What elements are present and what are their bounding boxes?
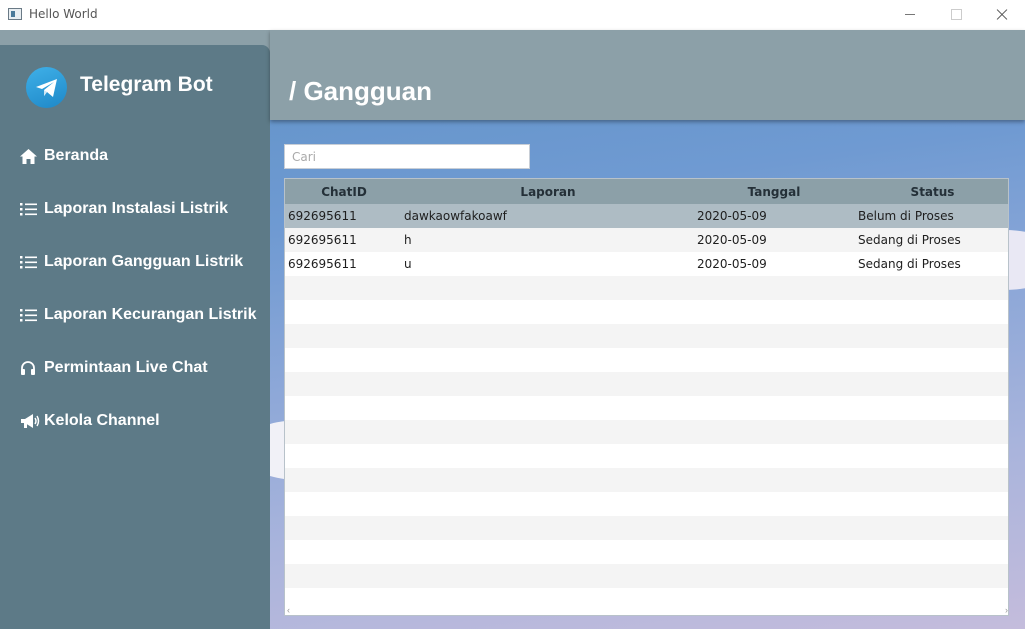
sidebar-item-label: Beranda (44, 147, 109, 164)
empty-table-row (285, 468, 1008, 492)
table-row[interactable]: 692695611 dawkaowfakoawf 2020-05-09 Belu… (285, 204, 1008, 228)
table-body: 692695611 dawkaowfakoawf 2020-05-09 Belu… (285, 204, 1008, 612)
sidebar-item-laporan-kecurangan[interactable]: Laporan Kecurangan Listrik (20, 302, 257, 328)
cell-chatid: 692695611 (288, 233, 357, 247)
sidebar-item-label: Laporan Instalasi Listrik (44, 200, 229, 217)
maximize-button[interactable] (933, 0, 979, 30)
cell-laporan: u (404, 257, 412, 271)
column-header-status[interactable]: Status (855, 185, 1008, 199)
page-title: / Gangguan (289, 76, 432, 106)
cell-laporan: dawkaowfakoawf (404, 209, 507, 223)
telegram-icon (26, 67, 67, 108)
cell-laporan: h (404, 233, 412, 247)
empty-table-row (285, 372, 1008, 396)
sidebar-item-kelola-channel[interactable]: Kelola Channel (20, 408, 160, 434)
report-table[interactable]: ChatID Laporan Tanggal Status 692695611 … (284, 178, 1009, 616)
list-icon (20, 200, 40, 218)
brand-title: Telegram Bot (80, 73, 213, 96)
headphones-icon (20, 359, 40, 377)
empty-table-row (285, 396, 1008, 420)
close-button[interactable] (979, 0, 1025, 30)
sidebar-item-laporan-gangguan[interactable]: Laporan Gangguan Listrik (20, 249, 243, 275)
cell-tanggal: 2020-05-09 (697, 209, 767, 223)
empty-table-row (285, 324, 1008, 348)
window-title: Hello World (29, 7, 98, 21)
list-icon (20, 253, 40, 271)
empty-table-row (285, 492, 1008, 516)
horizontal-scrollbar[interactable]: ‹ › (285, 605, 1008, 615)
empty-table-row (285, 420, 1008, 444)
column-header-tanggal[interactable]: Tanggal (693, 185, 855, 199)
sidebar-item-label: Kelola Channel (44, 412, 160, 429)
home-icon (20, 147, 40, 165)
cell-status: Sedang di Proses (858, 257, 961, 271)
megaphone-icon (20, 412, 40, 430)
empty-table-row (285, 540, 1008, 564)
page-header: / Gangguan (270, 30, 1025, 120)
app-root: Telegram Bot Beranda Laporan Instalasi L… (0, 30, 1025, 629)
minimize-button[interactable] (887, 0, 933, 30)
cell-tanggal: 2020-05-09 (697, 233, 767, 247)
cell-chatid: 692695611 (288, 209, 357, 223)
table-header: ChatID Laporan Tanggal Status (285, 179, 1008, 204)
app-window-icon (8, 8, 22, 20)
column-header-chatid[interactable]: ChatID (285, 185, 403, 199)
empty-table-row (285, 564, 1008, 588)
cell-tanggal: 2020-05-09 (697, 257, 767, 271)
window-titlebar: Hello World (0, 0, 1025, 30)
cell-status: Belum di Proses (858, 209, 954, 223)
sidebar-item-label: Laporan Gangguan Listrik (44, 253, 244, 270)
cell-chatid: 692695611 (288, 257, 357, 271)
main-content: ChatID Laporan Tanggal Status 692695611 … (270, 120, 1025, 629)
table-row[interactable]: 692695611 u 2020-05-09 Sedang di Proses (285, 252, 1008, 276)
empty-table-row (285, 516, 1008, 540)
list-icon (20, 306, 40, 324)
empty-table-row (285, 444, 1008, 468)
sidebar-item-label: Laporan Kecurangan Listrik (44, 306, 257, 323)
sidebar-item-live-chat[interactable]: Permintaan Live Chat (20, 355, 208, 381)
scroll-left-icon[interactable]: ‹ (287, 605, 290, 615)
empty-table-row (285, 276, 1008, 300)
sidebar-item-laporan-instalasi[interactable]: Laporan Instalasi Listrik (20, 196, 228, 222)
scroll-right-icon[interactable]: › (1005, 605, 1008, 615)
sidebar: Telegram Bot Beranda Laporan Instalasi L… (0, 45, 270, 629)
cell-status: Sedang di Proses (858, 233, 961, 247)
empty-table-row (285, 348, 1008, 372)
empty-table-row (285, 300, 1008, 324)
search-input[interactable] (284, 144, 530, 169)
column-header-laporan[interactable]: Laporan (403, 185, 693, 199)
sidebar-item-label: Permintaan Live Chat (44, 359, 208, 376)
table-row[interactable]: 692695611 h 2020-05-09 Sedang di Proses (285, 228, 1008, 252)
sidebar-item-beranda[interactable]: Beranda (20, 143, 108, 169)
